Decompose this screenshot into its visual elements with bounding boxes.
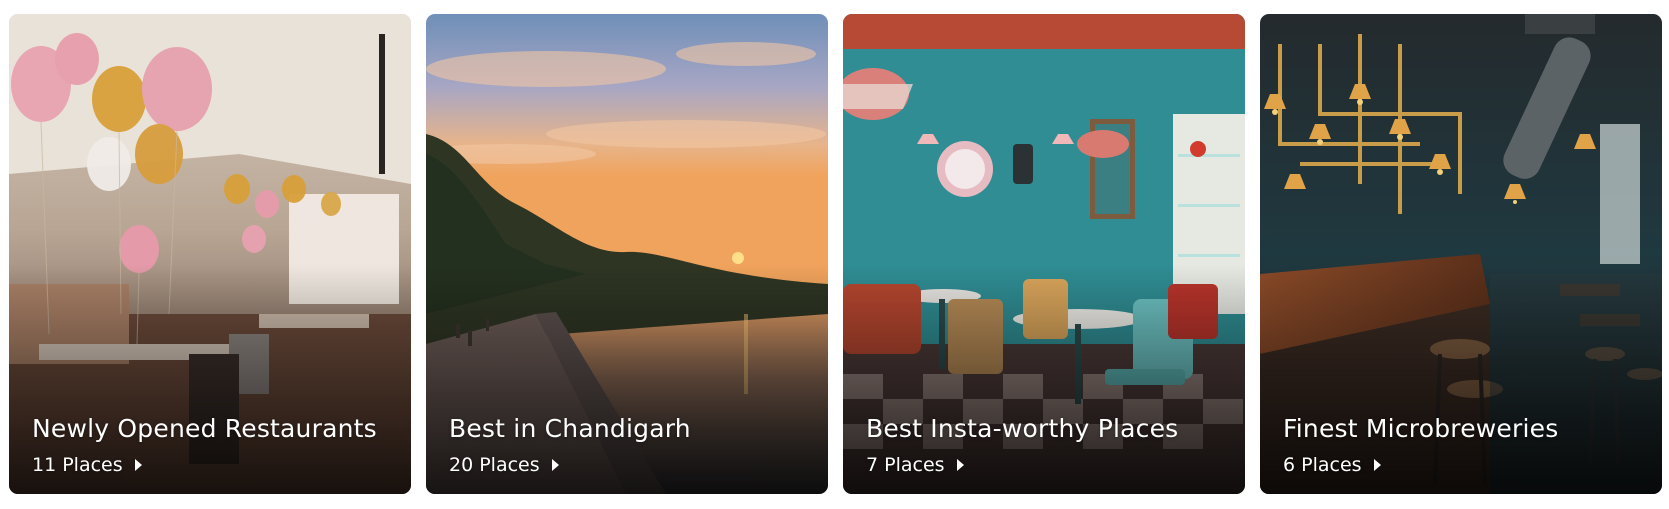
places-count: 7 Places — [866, 454, 945, 476]
collections-row: Newly Opened Restaurants 11 Places Best … — [9, 14, 1662, 494]
collection-places-link[interactable]: 20 Places — [449, 453, 812, 477]
chevron-right-icon — [551, 459, 559, 471]
chevron-right-icon — [1373, 459, 1381, 471]
collection-places-link[interactable]: 11 Places — [32, 453, 395, 477]
collection-title: Best Insta-worthy Places — [866, 414, 1179, 443]
chevron-right-icon — [134, 459, 142, 471]
card-caption: Best in Chandigarh 20 Places — [449, 413, 812, 477]
collection-title: Best in Chandigarh — [449, 414, 691, 443]
card-caption: Best Insta-worthy Places 7 Places — [866, 413, 1229, 477]
collection-card-insta-worthy[interactable]: Best Insta-worthy Places 7 Places — [843, 14, 1245, 494]
card-caption: Newly Opened Restaurants 11 Places — [32, 413, 395, 477]
places-count: 20 Places — [449, 454, 540, 476]
collection-card-microbreweries[interactable]: Finest Microbreweries 6 Places — [1260, 14, 1662, 494]
places-count: 11 Places — [32, 454, 123, 476]
chevron-right-icon — [956, 459, 964, 471]
collection-places-link[interactable]: 7 Places — [866, 453, 1229, 477]
card-caption: Finest Microbreweries 6 Places — [1283, 413, 1646, 477]
collection-card-newly-opened[interactable]: Newly Opened Restaurants 11 Places — [9, 14, 411, 494]
collection-title: Newly Opened Restaurants — [32, 414, 377, 443]
places-count: 6 Places — [1283, 454, 1362, 476]
collection-card-best-in-chandigarh[interactable]: Best in Chandigarh 20 Places — [426, 14, 828, 494]
collection-places-link[interactable]: 6 Places — [1283, 453, 1646, 477]
collection-title: Finest Microbreweries — [1283, 414, 1559, 443]
